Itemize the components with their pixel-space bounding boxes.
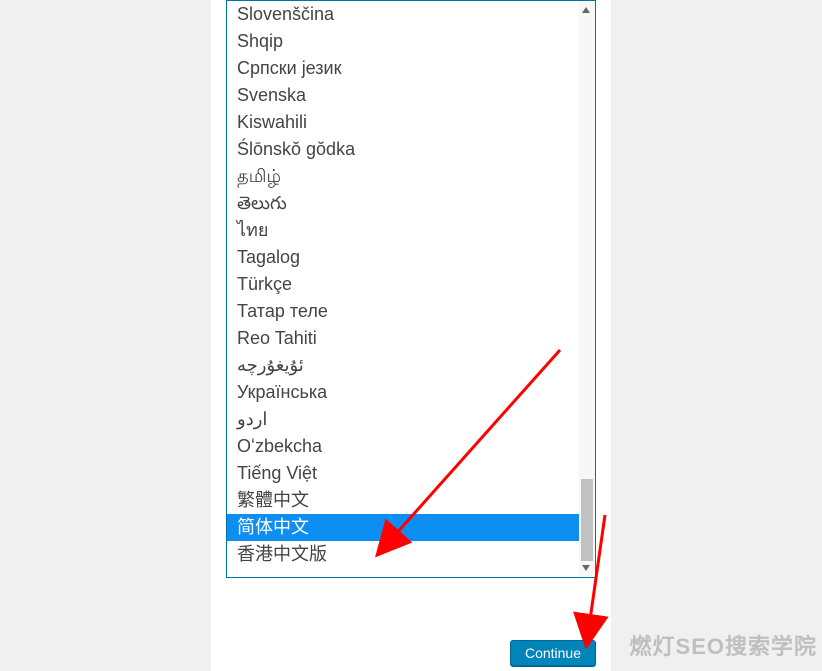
language-option[interactable]: Slovenščina [227, 1, 595, 28]
continue-button[interactable]: Continue [510, 640, 596, 666]
language-option[interactable]: తెలుగు [227, 190, 595, 217]
language-option[interactable]: ไทย [227, 217, 595, 244]
language-select[interactable]: SlovenščinaShqipСрпски језикSvenskaKiswa… [226, 0, 596, 578]
language-option[interactable]: Српски језик [227, 55, 595, 82]
language-select-wrapper: SlovenščinaShqipСрпски језикSvenskaKiswa… [226, 0, 596, 578]
content-box: SlovenščinaShqipСрпски језикSvenskaKiswa… [211, 0, 611, 671]
language-option[interactable]: Svenska [227, 82, 595, 109]
language-option[interactable]: 简体中文 [227, 514, 595, 541]
language-option[interactable]: ئۇيغۇرچە [227, 352, 595, 379]
scrollbar-thumb[interactable] [581, 479, 593, 561]
language-option[interactable]: Українська [227, 379, 595, 406]
scroll-down-arrow-icon[interactable] [578, 560, 594, 576]
language-option[interactable]: Татар теле [227, 298, 595, 325]
language-option[interactable]: Türkçe [227, 271, 595, 298]
language-option[interactable]: Tagalog [227, 244, 595, 271]
language-option[interactable]: Ślōnskŏ gŏdka [227, 136, 595, 163]
language-option[interactable]: Reo Tahiti [227, 325, 595, 352]
language-option[interactable]: Shqip [227, 28, 595, 55]
scrollbar-track[interactable] [579, 1, 595, 577]
language-option[interactable]: اردو [227, 406, 595, 433]
watermark-text: 燃灯SEO搜索学院 [630, 629, 817, 661]
page-container: SlovenščinaShqipСрпски језикSvenskaKiswa… [0, 0, 822, 671]
language-option[interactable]: 香港中文版 [227, 541, 595, 568]
language-option[interactable]: தமிழ் [227, 163, 595, 190]
language-option[interactable]: Tiếng Việt [227, 460, 595, 487]
language-option[interactable]: 繁體中文 [227, 487, 595, 514]
scroll-up-arrow-icon[interactable] [578, 2, 594, 18]
language-option[interactable]: Kiswahili [227, 109, 595, 136]
language-option[interactable]: Oʻzbekcha [227, 433, 595, 460]
